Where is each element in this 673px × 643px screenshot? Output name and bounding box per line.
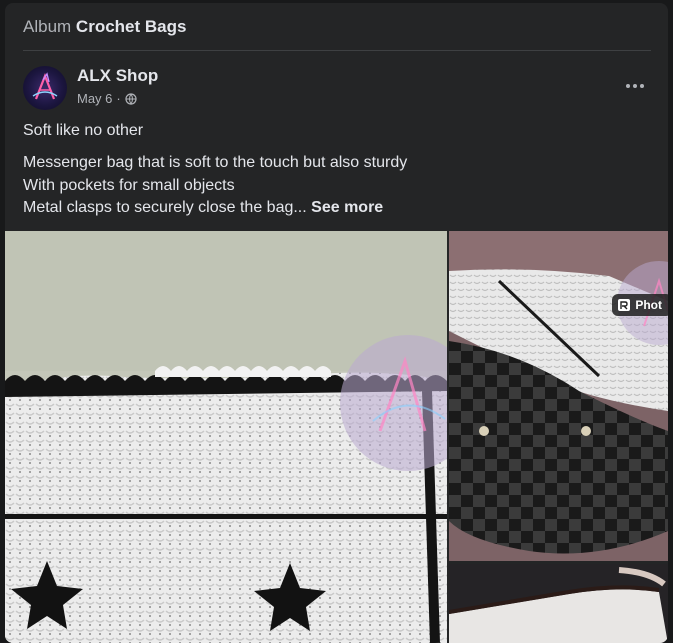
photo-side-bottom[interactable] — [449, 564, 668, 643]
bag-side-photo — [449, 564, 668, 643]
album-title-link[interactable]: Crochet Bags — [76, 17, 187, 36]
post-body: Messenger bag that is soft to the touch … — [23, 152, 663, 220]
album-prefix: Album — [23, 17, 72, 36]
post-line-1: Messenger bag that is soft to the touch … — [23, 154, 408, 171]
post-date-link[interactable]: May 6 — [77, 91, 112, 106]
page-name-link[interactable]: ALX Shop — [77, 66, 158, 86]
post-card: Album Crochet Bags ALX Shop May 6 · Soft… — [5, 3, 668, 643]
post-title: Soft like no other — [23, 122, 144, 139]
post-meta: May 6 · — [77, 91, 137, 106]
photo-side-top[interactable] — [449, 231, 668, 561]
see-more-link[interactable]: See more — [311, 199, 383, 216]
divider — [23, 50, 651, 51]
post-line-2: With pockets for small objects — [23, 176, 235, 194]
photo-main[interactable] — [5, 231, 447, 643]
photo-icon — [618, 299, 631, 311]
avatar[interactable] — [23, 66, 67, 110]
more-options-button[interactable] — [620, 74, 650, 98]
photos-badge[interactable]: Phot — [612, 294, 668, 316]
photos-badge-label: Phot — [635, 298, 662, 312]
globe-icon[interactable] — [125, 92, 137, 105]
meta-separator: · — [116, 91, 121, 106]
more-horizontal-icon — [626, 84, 630, 88]
album-header: Album Crochet Bags — [23, 17, 186, 37]
crochet-bag-photo — [5, 231, 447, 643]
post-line-3: Metal clasps to securely close the bag..… — [23, 199, 307, 216]
shop-logo-avatar — [32, 72, 58, 100]
bag-open-photo — [449, 231, 668, 561]
